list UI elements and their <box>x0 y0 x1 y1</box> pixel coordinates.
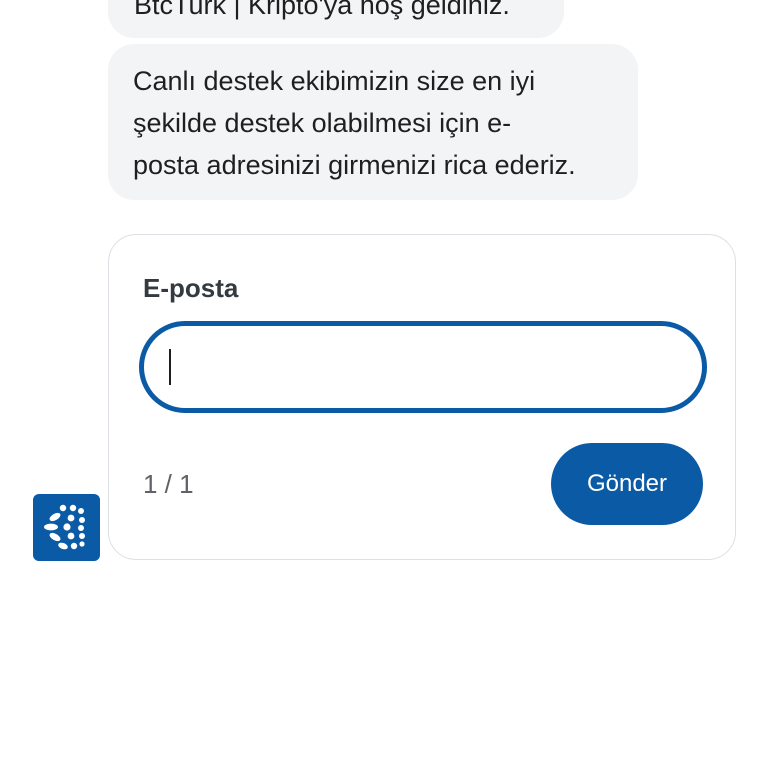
text-cursor <box>169 349 171 385</box>
email-field-label: E-posta <box>143 273 239 303</box>
email-form-card: E-posta 1 / 1 Gönder <box>108 234 736 560</box>
step-counter: 1 / 1 <box>143 469 194 499</box>
message-line: posta adresinizi girmenizi rica ederiz. <box>133 150 576 180</box>
email-input[interactable] <box>139 321 707 413</box>
message-line: şekilde destek olabilmesi için e- <box>133 108 512 138</box>
email-request-message-bubble: Canlı destek ekibimizin size en iyi şeki… <box>108 44 638 200</box>
btcturk-logo-icon <box>33 494 100 561</box>
chat-transcript: BtcTurk | Kripto'ya hoş geldiniz. Canlı … <box>0 0 768 768</box>
greeting-message-bubble: BtcTurk | Kripto'ya hoş geldiniz. <box>108 0 564 38</box>
message-line: Canlı destek ekibimizin size en iyi <box>133 66 536 96</box>
greeting-message-text: BtcTurk | Kripto'ya hoş geldiniz. <box>134 0 510 20</box>
send-button[interactable]: Gönder <box>551 443 703 525</box>
